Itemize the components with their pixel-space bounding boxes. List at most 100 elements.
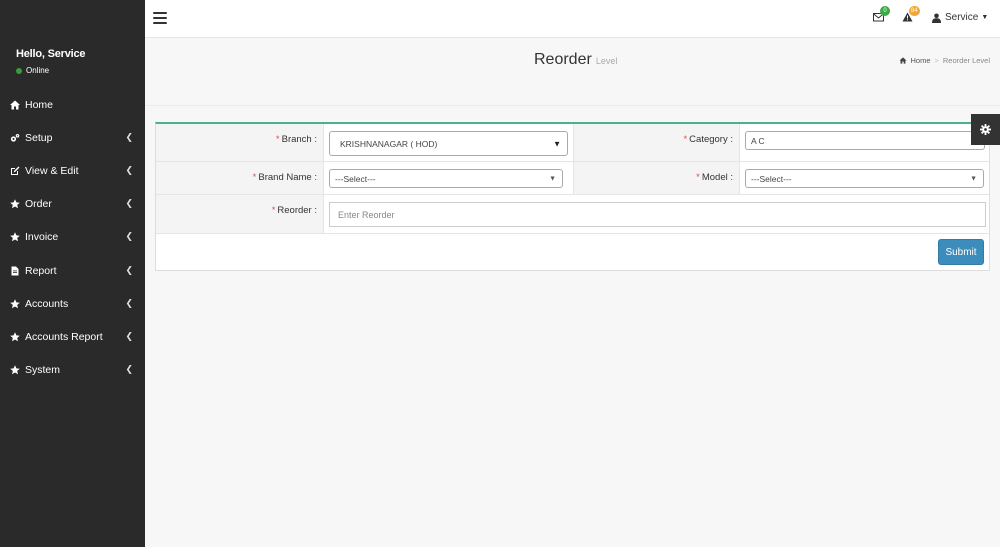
sidebar-menu: Home Setup ❮ View & Edit ❮ Order ❮ Invoi… [0,88,145,387]
reorder-input-placeholder: Enter Reorder [338,209,395,220]
file-icon [9,266,21,276]
category-select[interactable]: A C [745,131,985,150]
user-menu-dropdown[interactable]: Service ▼ [932,12,988,23]
brand-name-label: * Brand Name : [156,162,323,194]
brand-name-label-text: Brand Name : [258,172,317,183]
branch-label-text: Branch : [281,134,317,145]
sidebar-item-label: Invoice [25,231,59,244]
sidebar-item-label: Accounts [25,297,69,310]
star-icon [9,365,21,375]
messages-button[interactable]: 0 [873,6,890,25]
required-mark: * [252,172,257,183]
sidebar-item-invoice[interactable]: Invoice ❮ [0,221,145,254]
caret-down-icon: ▼ [981,14,989,21]
user-icon [932,13,941,23]
category-select-value: A C [751,135,765,146]
user-name: Service [945,12,979,23]
sidebar-item-system[interactable]: System ❮ [0,354,145,387]
chevron-left-icon: ❮ [125,131,133,142]
caret-down-icon: ▼ [549,175,556,182]
alerts-count-badge: 84 [909,6,920,16]
star-icon [9,299,21,309]
sidebar-item-report[interactable]: Report ❮ [0,254,145,287]
brand-name-select[interactable]: ---Select--- ▼ [329,169,563,188]
sidebar-item-label: View & Edit [25,164,79,177]
sidebar: Hello, Service Online Home Setup ❮ View … [0,0,145,547]
breadcrumb: Home > Reorder Level [899,56,990,65]
model-select[interactable]: ---Select--- ▼ [745,169,984,188]
chevron-left-icon: ❮ [125,264,133,275]
sidebar-item-label: System [25,364,61,377]
model-select-value: ---Select--- [751,173,792,184]
sidebar-item-order[interactable]: Order ❮ [0,188,145,221]
sidebar-item-view-edit[interactable]: View & Edit ❮ [0,154,145,187]
messages-count-badge: 0 [880,6,890,16]
sidebar-item-accounts[interactable]: Accounts ❮ [0,287,145,320]
user-status-label: Online [26,66,50,75]
star-icon [9,232,21,242]
page-title-text: Reorder [534,51,592,68]
breadcrumb-home-link[interactable]: Home [910,56,930,65]
submit-button[interactable]: Submit [938,239,984,265]
category-label-text: Category : [689,134,733,145]
reorder-input[interactable]: Enter Reorder [329,202,986,227]
alerts-button[interactable]: 84 [902,6,920,25]
edit-icon [9,166,21,176]
user-status: Online [16,66,85,75]
branch-select[interactable]: KRISHNANAGAR ( HOD) ▼ [329,131,568,156]
sidebar-toggle-icon[interactable] [153,12,167,24]
required-mark: * [683,134,688,145]
category-label: * Category : [573,124,739,161]
sidebar-item-setup[interactable]: Setup ❮ [0,121,145,154]
page-header: Reorder Level Home > Reorder Level [145,38,1000,106]
required-mark: * [696,172,700,183]
page-subtitle: Level [595,56,618,66]
branch-cell: KRISHNANAGAR ( HOD) ▼ [323,124,573,161]
page-title: Reorder Level [534,51,617,69]
category-cell: A C [739,124,989,161]
user-greeting: Hello, Service [16,48,86,60]
breadcrumb-separator-icon: > [934,56,939,65]
user-panel: Hello, Service Online [16,48,86,75]
chevron-left-icon: ❮ [125,231,133,242]
form-row: * Reorder : Enter Reorder [156,195,989,234]
star-icon [9,332,21,342]
sidebar-item-label: Accounts Report [25,330,103,343]
reorder-form-panel: * Branch : KRISHNANAGAR ( HOD) ▼ * Categor… [155,122,990,271]
model-label: * Model : [573,162,739,194]
sidebar-item-label: Setup [25,131,53,144]
sidebar-item-home[interactable]: Home [0,88,145,121]
caret-down-icon: ▼ [970,175,977,182]
home-icon [899,57,907,64]
breadcrumb-current: Reorder Level [942,56,990,65]
reorder-label-text: Reorder : [277,205,317,216]
gear-icon [980,124,991,135]
model-label-text: Model : [701,172,733,183]
star-icon [9,199,21,209]
form-row: * Branch : KRISHNANAGAR ( HOD) ▼ * Categor… [156,124,989,162]
chevron-left-icon: ❮ [125,364,133,375]
required-mark: * [271,205,276,216]
chevron-left-icon: ❮ [125,297,133,308]
sidebar-item-label: Home [25,98,54,111]
reorder-cell: Enter Reorder [323,195,989,233]
branch-label: * Branch : [156,124,323,161]
sidebar-item-label: Report [25,264,57,277]
sidebar-item-label: Order [25,198,52,211]
brand-name-select-value: ---Select--- [335,173,376,184]
chevron-left-icon: ❮ [125,330,133,341]
required-mark: * [275,134,280,145]
settings-toggle-button[interactable] [971,114,1000,145]
sidebar-item-accounts-report[interactable]: Accounts Report ❮ [0,320,145,353]
brand-name-cell: ---Select--- ▼ [323,162,573,194]
online-dot-icon [16,67,22,74]
model-cell: ---Select--- ▼ [739,162,989,194]
chevron-left-icon: ❮ [125,198,133,209]
home-icon [9,100,21,110]
topbar: 0 84 Service ▼ [145,0,1000,38]
form-row: * Brand Name : ---Select--- ▼ * Model : --… [156,162,989,195]
reorder-label: * Reorder : [156,195,323,233]
chevron-left-icon: ❮ [125,164,133,175]
branch-select-value: KRISHNANAGAR ( HOD) [340,138,438,149]
cogs-icon [9,133,21,143]
